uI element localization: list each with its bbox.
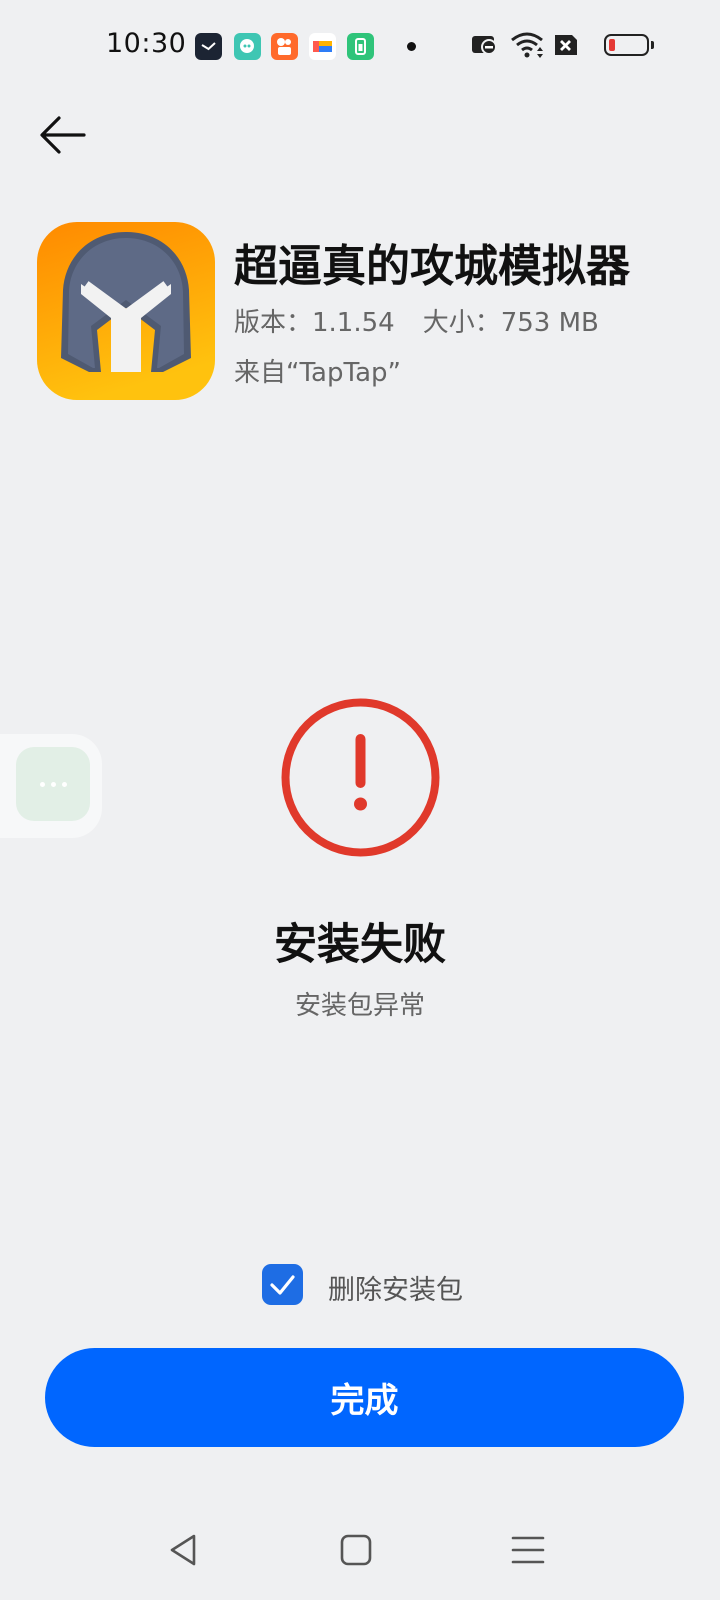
sim-error-icon (552, 31, 580, 63)
spartan-helmet-app-icon (37, 222, 215, 400)
delete-package-label: 删除安装包 (328, 1275, 463, 1306)
more-dot (51, 782, 56, 787)
checkmark-icon (270, 1275, 295, 1295)
done-button[interactable]: 完成 (45, 1348, 684, 1447)
install-failed-title: 安装失败 (274, 920, 446, 970)
app-name: 超逼真的攻城模拟器 (234, 241, 630, 292)
wifi-icon (510, 31, 546, 63)
status-time: 10:30 (106, 28, 187, 59)
home-nav-icon[interactable] (336, 1530, 376, 1570)
more-dots-icon (40, 782, 45, 787)
back-nav-icon[interactable] (164, 1530, 204, 1570)
delete-package-checkbox[interactable] (262, 1264, 303, 1305)
clock-app-icon (195, 33, 222, 60)
app-meta-line: 版本：1.1.54 大小：753 MB (234, 302, 599, 339)
wallet-app-icon (309, 33, 336, 60)
menu-nav-icon[interactable] (508, 1530, 548, 1570)
app-source: 来自“TapTap” (234, 358, 401, 388)
back-arrow-icon (40, 116, 86, 154)
back-button[interactable] (38, 112, 90, 158)
kuaishou-app-icon (271, 33, 298, 60)
battery-low-icon (604, 34, 654, 56)
app-version: 版本：1.1.54 (234, 308, 395, 338)
chat-app-icon (234, 33, 261, 60)
battery-saver-app-icon (347, 33, 374, 60)
app-size: 大小：753 MB (422, 308, 599, 338)
error-exclamation-icon (279, 696, 442, 859)
more-dot (62, 782, 67, 787)
status-bar: 10:30 (0, 0, 720, 92)
floating-more-button[interactable] (16, 747, 90, 821)
notification-dot (407, 42, 416, 51)
install-failed-reason: 安装包异常 (294, 991, 425, 1021)
camera-block-icon (470, 31, 500, 63)
